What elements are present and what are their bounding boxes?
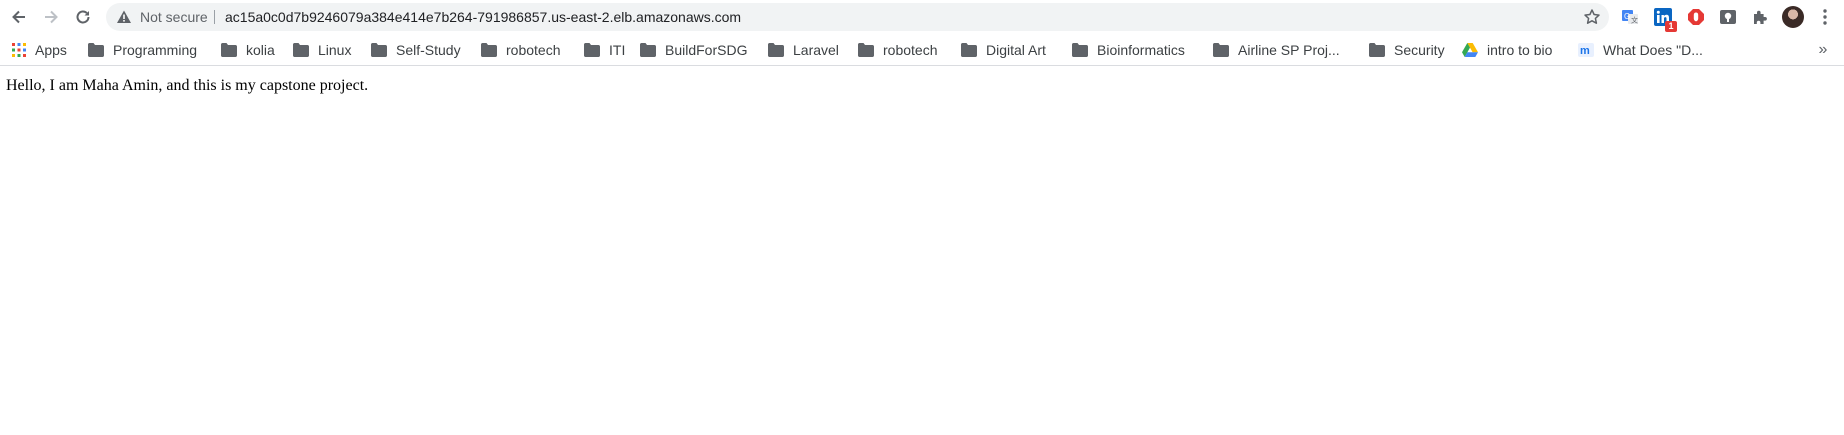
bookmarks-bar: Apps Programming kolia Linux Self-Study … bbox=[0, 34, 1844, 66]
m-site-icon: m bbox=[1578, 43, 1594, 57]
folder-icon bbox=[88, 43, 104, 57]
page-body-text: Hello, I am Maha Amin, and this is my ca… bbox=[6, 77, 369, 94]
bookmark-label: Apps bbox=[35, 42, 67, 58]
bookmark-label: Bioinformatics bbox=[1097, 42, 1185, 58]
bookmark-label: kolia bbox=[246, 42, 275, 58]
bookmark-label: robotech bbox=[883, 42, 938, 58]
bookmark-folder-robotech[interactable]: robotech bbox=[481, 39, 560, 61]
folder-icon bbox=[640, 43, 656, 57]
bookmark-label: Programming bbox=[113, 42, 198, 58]
bookmark-folder-self-study[interactable]: Self-Study bbox=[371, 39, 461, 61]
bookmark-label: Laravel bbox=[793, 42, 839, 58]
folder-icon bbox=[858, 43, 874, 57]
gray-extension[interactable] bbox=[1718, 7, 1738, 27]
bookmark-label: robotech bbox=[506, 42, 561, 58]
folder-icon bbox=[371, 43, 387, 57]
adblock-extension[interactable] bbox=[1686, 7, 1706, 27]
translate-extension[interactable]: G 文 bbox=[1620, 7, 1640, 27]
bookmark-folder-robotech-2[interactable]: robotech bbox=[858, 39, 937, 61]
bookmark-folder-iti[interactable]: ITI bbox=[584, 39, 625, 61]
bookmark-label: Self-Study bbox=[396, 42, 461, 58]
svg-text:文: 文 bbox=[1631, 16, 1638, 25]
folder-icon bbox=[961, 43, 977, 57]
bookmark-folder-buildforsdg[interactable]: BuildForSDG bbox=[640, 39, 747, 61]
folder-icon bbox=[293, 43, 309, 57]
arrow-left-icon bbox=[12, 10, 25, 24]
bookmark-label: intro to bio bbox=[1487, 42, 1553, 58]
linkedin-extension[interactable]: 1 bbox=[1653, 7, 1677, 32]
bookmark-label: Digital Art bbox=[986, 42, 1046, 58]
bookmark-star-icon[interactable] bbox=[1583, 8, 1601, 26]
back-button[interactable] bbox=[6, 4, 32, 30]
bookmark-what-does-d[interactable]: m What Does "D... bbox=[1578, 39, 1703, 61]
arrow-right-icon bbox=[45, 10, 58, 24]
bookmark-folder-digital-art[interactable]: Digital Art bbox=[961, 39, 1046, 61]
bookmark-folder-laravel[interactable]: Laravel bbox=[768, 39, 839, 61]
bookmark-folder-airline-sp[interactable]: Airline SP Proj... bbox=[1213, 39, 1340, 61]
bookmark-folder-kolia[interactable]: kolia bbox=[221, 39, 275, 61]
translate-icon: G 文 bbox=[1622, 10, 1638, 25]
bookmark-folder-security[interactable]: Security bbox=[1369, 39, 1445, 61]
bookmark-folder-programming[interactable]: Programming bbox=[88, 39, 197, 61]
bookmark-label: Airline SP Proj... bbox=[1238, 42, 1340, 58]
svg-text:G: G bbox=[1624, 12, 1630, 21]
warning-icon bbox=[117, 10, 131, 23]
folder-icon bbox=[1369, 43, 1385, 57]
folder-icon bbox=[481, 43, 497, 57]
extensions-menu-button[interactable] bbox=[1750, 7, 1770, 27]
bookmark-label: ITI bbox=[609, 42, 626, 58]
bookmark-intro-to-bio[interactable]: intro to bio bbox=[1462, 39, 1552, 61]
reload-icon bbox=[76, 10, 90, 24]
kebab-menu-icon[interactable] bbox=[1815, 7, 1835, 27]
folder-icon bbox=[584, 43, 600, 57]
google-drive-icon bbox=[1462, 43, 1478, 57]
browser-toolbar: Not secure ac15a0c0d7b9246079a384e414e7b… bbox=[0, 0, 1844, 34]
svg-text:m: m bbox=[1580, 45, 1590, 57]
puzzle-icon bbox=[1754, 10, 1767, 24]
url-text[interactable]: ac15a0c0d7b9246079a384e414e7b264-7919868… bbox=[225, 9, 741, 25]
security-status-label[interactable]: Not secure bbox=[140, 9, 208, 25]
bookmark-label: BuildForSDG bbox=[665, 42, 748, 58]
forward-button[interactable] bbox=[38, 4, 64, 30]
folder-icon bbox=[768, 43, 784, 57]
bookmark-folder-bioinformatics[interactable]: Bioinformatics bbox=[1072, 39, 1185, 61]
profile-avatar[interactable] bbox=[1782, 6, 1804, 28]
reload-button[interactable] bbox=[70, 4, 96, 30]
folder-icon bbox=[221, 43, 237, 57]
address-bar[interactable]: Not secure ac15a0c0d7b9246079a384e414e7b… bbox=[106, 3, 1609, 31]
bookmarks-overflow-button[interactable]: » bbox=[1812, 39, 1834, 61]
extension-icon-gray bbox=[1720, 10, 1736, 24]
folder-icon bbox=[1213, 43, 1229, 57]
adblock-icon bbox=[1688, 9, 1704, 25]
notification-badge: 1 bbox=[1665, 21, 1677, 32]
omnibox-divider bbox=[214, 10, 215, 24]
bookmark-label: Linux bbox=[318, 42, 352, 58]
bookmark-apps[interactable]: Apps bbox=[12, 39, 67, 61]
bookmark-label: What Does "D... bbox=[1603, 42, 1703, 58]
bookmark-folder-linux[interactable]: Linux bbox=[293, 39, 351, 61]
folder-icon bbox=[1072, 43, 1088, 57]
apps-grid-icon bbox=[12, 43, 26, 57]
bookmark-label: Security bbox=[1394, 42, 1445, 58]
